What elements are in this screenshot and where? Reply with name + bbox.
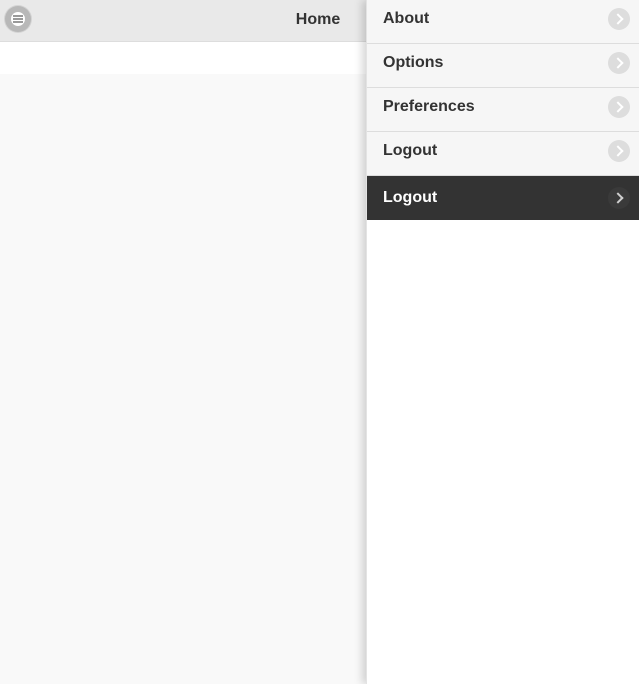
page-title: Home (295, 11, 341, 28)
menu-item-logout-active[interactable]: Logout (367, 176, 639, 220)
chevron-right-icon (608, 96, 630, 118)
menu-item-label: About (383, 10, 430, 27)
chevron-right-icon (608, 52, 630, 74)
hamburger-icon (11, 12, 25, 26)
menu-item-logout[interactable]: Logout (367, 132, 639, 176)
chevron-right-icon (608, 8, 630, 30)
menu-item-preferences[interactable]: Preferences (367, 88, 639, 132)
menu-item-label: Logout (383, 189, 438, 206)
menu-list: About Options Preferences Logout Logout (367, 0, 639, 220)
menu-item-label: Logout (383, 142, 438, 159)
hamburger-line (13, 15, 23, 17)
menu-item-about[interactable]: About (367, 0, 639, 44)
chevron-right-icon (608, 187, 630, 209)
hamburger-line (13, 21, 23, 23)
hamburger-line (13, 18, 23, 20)
menu-toggle-button[interactable] (5, 6, 31, 32)
chevron-right-icon (608, 140, 630, 162)
menu-item-options[interactable]: Options (367, 44, 639, 88)
menu-item-label: Preferences (383, 98, 475, 115)
menu-item-label: Options (383, 54, 444, 71)
menu-panel: About Options Preferences Logout Logout (366, 0, 639, 684)
